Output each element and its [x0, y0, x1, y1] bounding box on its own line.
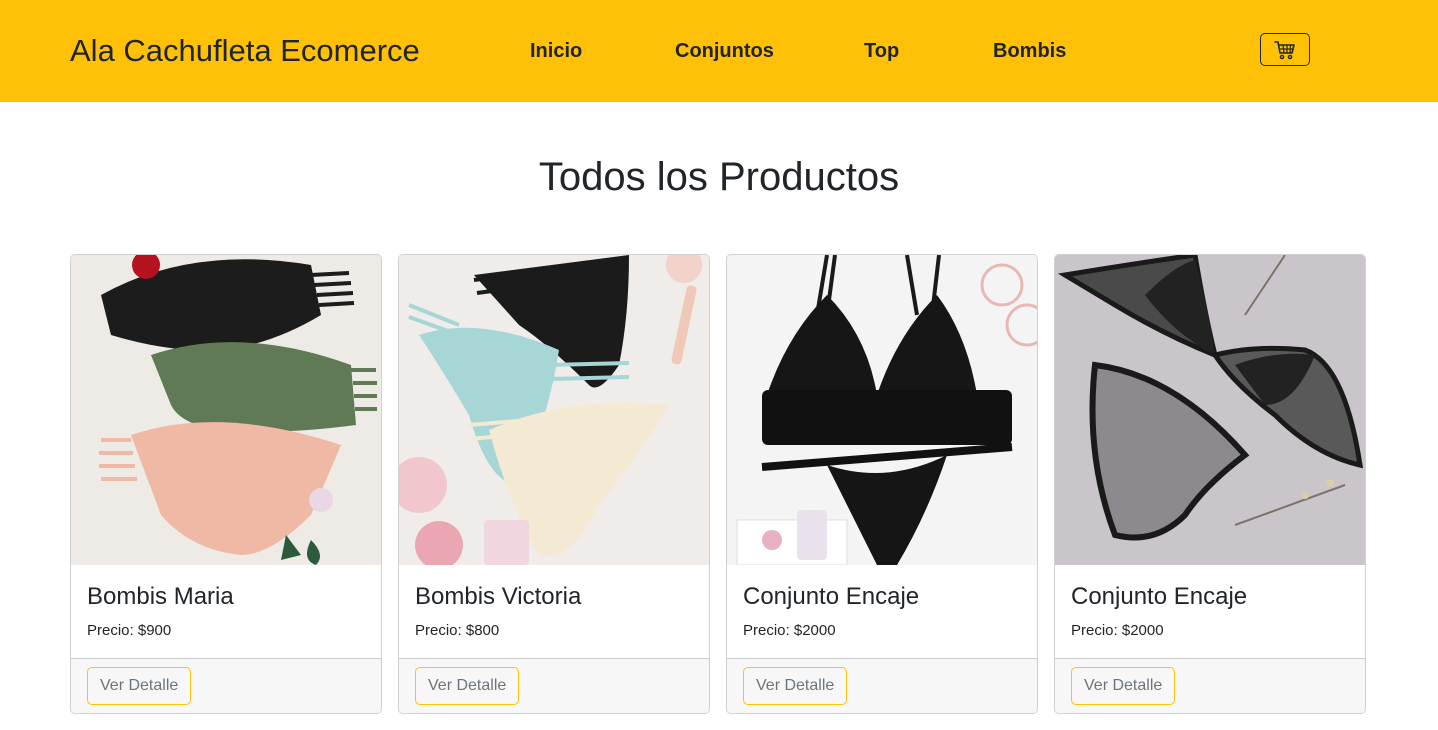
- product-price: Precio: $900: [87, 622, 172, 639]
- nav-link-inicio[interactable]: Inicio: [530, 38, 582, 64]
- product-card: Conjunto Encaje Precio: $2000 Ver Detall…: [1054, 254, 1366, 714]
- product-price: Precio: $2000: [1071, 622, 1164, 639]
- brand-logo-text[interactable]: Ala Cachufleta Ecomerce: [70, 30, 420, 72]
- product-name: Conjunto Encaje: [743, 583, 920, 610]
- nav-link-conjuntos[interactable]: Conjuntos: [675, 38, 774, 64]
- product-name: Bombis Victoria: [415, 583, 582, 610]
- page-title: Todos los Productos: [538, 155, 900, 199]
- nav-link-bombis[interactable]: Bombis: [993, 38, 1066, 64]
- nav-link-top[interactable]: Top: [864, 38, 899, 64]
- view-detail-button[interactable]: Ver Detalle: [743, 667, 848, 705]
- cart-button[interactable]: [1260, 33, 1310, 66]
- product-image: [727, 255, 1037, 565]
- view-detail-button[interactable]: Ver Detalle: [1071, 667, 1176, 705]
- shopping-cart-icon: [1274, 40, 1296, 60]
- card-footer: Ver Detalle: [399, 658, 709, 713]
- product-price: Precio: $800: [415, 622, 500, 639]
- product-name: Conjunto Encaje: [1071, 583, 1248, 610]
- product-image: [71, 255, 381, 565]
- product-name: Bombis Maria: [87, 583, 234, 610]
- product-image: [399, 255, 709, 565]
- navbar: Ala Cachufleta Ecomerce Inicio Conjuntos…: [0, 0, 1438, 102]
- product-card: Conjunto Encaje Precio: $2000 Ver Detall…: [726, 254, 1038, 714]
- view-detail-button[interactable]: Ver Detalle: [87, 667, 192, 705]
- view-detail-button[interactable]: Ver Detalle: [415, 667, 520, 705]
- card-footer: Ver Detalle: [1055, 658, 1365, 713]
- product-card: Bombis Maria Precio: $900 Ver Detalle: [70, 254, 382, 714]
- product-price: Precio: $2000: [743, 622, 836, 639]
- card-footer: Ver Detalle: [71, 658, 381, 713]
- product-card: Bombis Victoria Precio: $800 Ver Detalle: [398, 254, 710, 714]
- product-image: [1055, 255, 1365, 565]
- card-footer: Ver Detalle: [727, 658, 1037, 713]
